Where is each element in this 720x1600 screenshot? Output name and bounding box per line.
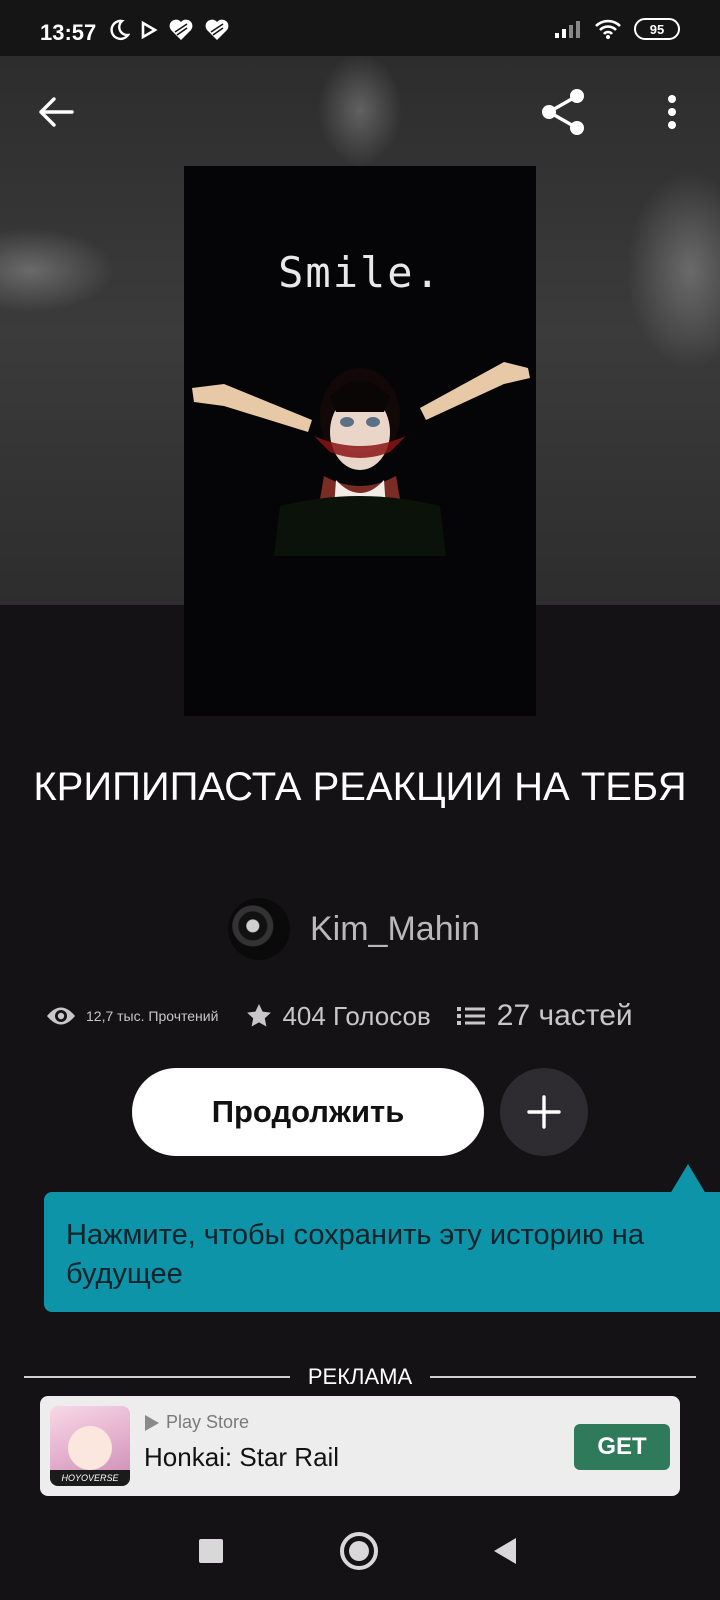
add-to-library-button[interactable] xyxy=(500,1068,588,1156)
wifi-icon xyxy=(595,19,621,39)
status-icons-left xyxy=(108,18,230,42)
share-button[interactable] xyxy=(536,84,592,140)
reads-count: 12,7 тыс. Прочтений xyxy=(86,1008,219,1024)
heart-icon xyxy=(169,19,193,40)
system-navigation-bar xyxy=(0,1508,720,1600)
arrow-left-icon xyxy=(39,97,74,127)
author-avatar[interactable] xyxy=(228,898,290,960)
reads-stat: 12,7 тыс. Прочтений xyxy=(46,1005,218,1027)
status-bar: 13:57 95 xyxy=(0,0,720,56)
parts-stat: 27 частей xyxy=(456,999,633,1033)
save-story-tooltip[interactable]: Нажмите, чтобы сохранить эту историю на … xyxy=(44,1192,720,1312)
cover-title: Smile. xyxy=(278,248,442,297)
tooltip-arrow xyxy=(670,1164,706,1194)
share-icon xyxy=(542,89,584,135)
story-cover[interactable]: Smile. xyxy=(184,166,536,716)
cover-illustration xyxy=(192,362,530,556)
more-options-button[interactable] xyxy=(648,84,696,140)
play-icon xyxy=(141,20,158,40)
battery-level: 95 xyxy=(649,21,665,37)
moon-icon xyxy=(110,19,130,41)
ad-divider-right xyxy=(430,1376,696,1378)
ad-app-icon-brand: HOYOVERSE xyxy=(50,1470,130,1486)
status-time: 13:57 xyxy=(40,20,97,45)
home-circle-icon[interactable] xyxy=(340,1532,378,1570)
back-button[interactable] xyxy=(30,86,82,138)
ad-app-icon[interactable]: HOYOVERSE xyxy=(50,1406,130,1486)
ad-get-button[interactable]: GET xyxy=(574,1424,670,1470)
tooltip-text: Нажмите, чтобы сохранить эту историю на … xyxy=(66,1219,644,1290)
votes-stat: 404 Голосов xyxy=(246,1000,431,1032)
recents-square-icon[interactable] xyxy=(199,1539,223,1563)
play-store-icon xyxy=(145,1414,159,1431)
signal-icon xyxy=(555,21,580,38)
ad-app-icon-face xyxy=(68,1426,112,1470)
ad-store-name: Play Store xyxy=(166,1412,250,1432)
plus-icon xyxy=(527,1095,561,1129)
story-title: КРИПИПАСТА РЕАКЦИИ НА ТЕБЯ xyxy=(33,765,687,809)
parts-count: 27 частей xyxy=(496,999,633,1032)
status-icons-right: 95 xyxy=(554,18,680,40)
author-row[interactable]: Kim_Mahin xyxy=(228,898,480,960)
author-name[interactable]: Kim_Mahin xyxy=(310,910,480,949)
eye-icon xyxy=(47,1007,75,1025)
star-icon xyxy=(247,1004,272,1027)
ad-card[interactable]: HOYOVERSE Play Store Honkai: Star Rail G… xyxy=(40,1396,680,1496)
ad-store: Play Store xyxy=(144,1412,249,1433)
continue-reading-button[interactable]: Продолжить xyxy=(132,1068,484,1156)
more-vertical-icon xyxy=(668,95,676,129)
ad-divider-left xyxy=(24,1376,290,1378)
list-icon xyxy=(456,1007,485,1025)
story-stats: 12,7 тыс. Прочтений 404 Голосов 27 часте… xyxy=(46,996,680,1036)
votes-count: 404 Голосов xyxy=(282,1000,431,1031)
ad-app-name[interactable]: Honkai: Star Rail xyxy=(144,1442,339,1473)
ad-label: РЕКЛАМА xyxy=(307,1364,413,1389)
battery-icon: 95 xyxy=(634,18,680,40)
back-triangle-icon[interactable] xyxy=(494,1538,516,1564)
heart-icon xyxy=(205,19,229,40)
